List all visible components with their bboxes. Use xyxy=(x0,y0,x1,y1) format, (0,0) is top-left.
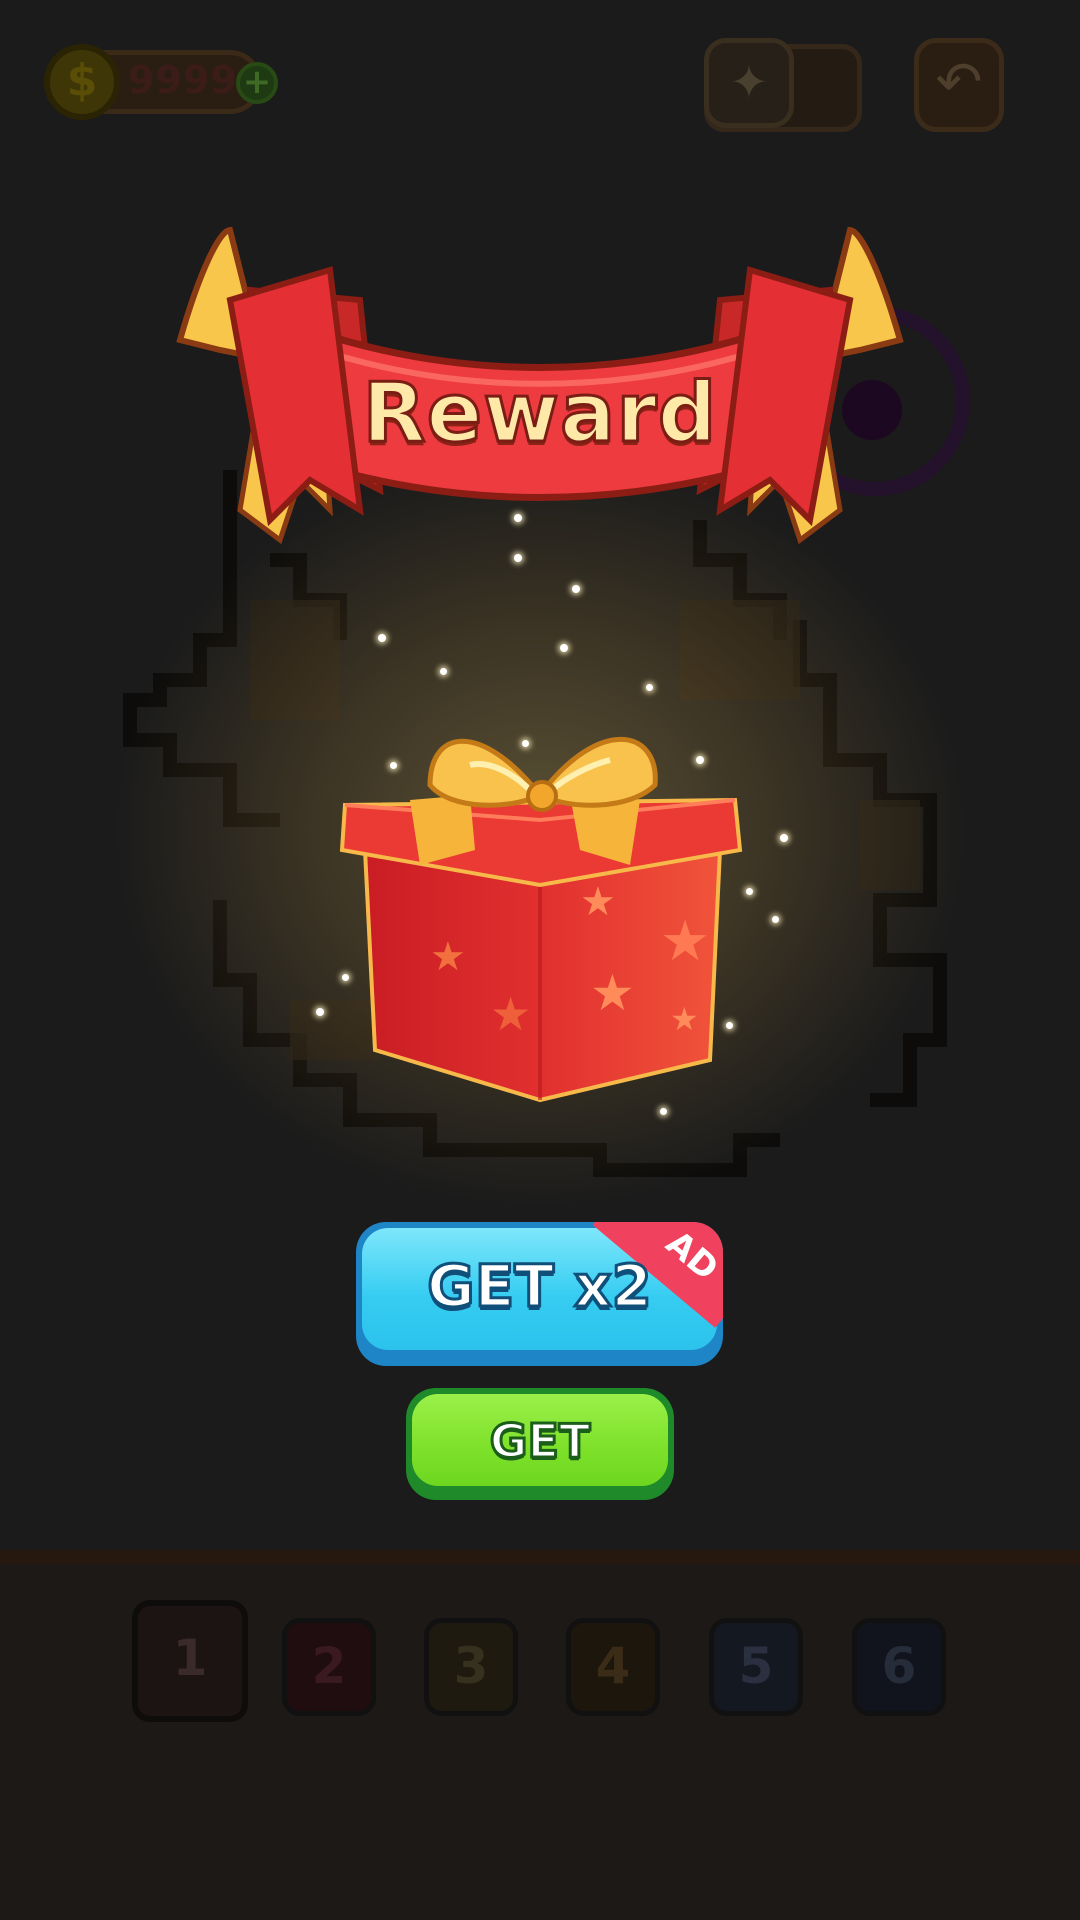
svg-text:★: ★ xyxy=(590,964,635,1022)
palette-tab-6[interactable]: 6 xyxy=(852,1618,946,1716)
palette-tab-4[interactable]: 4 xyxy=(566,1618,660,1716)
sparkle-dot xyxy=(646,684,653,691)
reward-title: Reward xyxy=(361,365,718,463)
sparkle-dot xyxy=(560,644,568,652)
svg-text:★: ★ xyxy=(580,879,616,925)
get-label: GET xyxy=(488,1413,592,1470)
get-x2-ad-button[interactable]: AD GET x2 xyxy=(356,1222,723,1366)
sparkle-dot xyxy=(378,634,386,642)
get-button[interactable]: GET xyxy=(406,1388,674,1500)
palette-tab-3[interactable]: 3 xyxy=(424,1618,518,1716)
sparkle-dot xyxy=(572,585,580,593)
palette-tab-5[interactable]: 5 xyxy=(709,1618,803,1716)
sparkle-dot xyxy=(772,916,779,923)
gift-box-icon: ★ ★ ★ ★ ★ ★ xyxy=(339,736,743,1103)
sparkle-dot xyxy=(514,514,522,522)
sparkle-dot xyxy=(514,554,522,562)
svg-text:★: ★ xyxy=(660,909,710,974)
palette-tab-2[interactable]: 2 xyxy=(282,1618,376,1716)
svg-text:★: ★ xyxy=(670,1000,699,1038)
svg-text:★: ★ xyxy=(490,987,531,1041)
sparkle-dot xyxy=(440,668,447,675)
sparkle-dot xyxy=(780,834,788,842)
palette-tab-1[interactable]: 1 xyxy=(132,1600,248,1722)
svg-text:★: ★ xyxy=(430,934,466,980)
get-x2-label: GET x2 xyxy=(426,1251,654,1322)
